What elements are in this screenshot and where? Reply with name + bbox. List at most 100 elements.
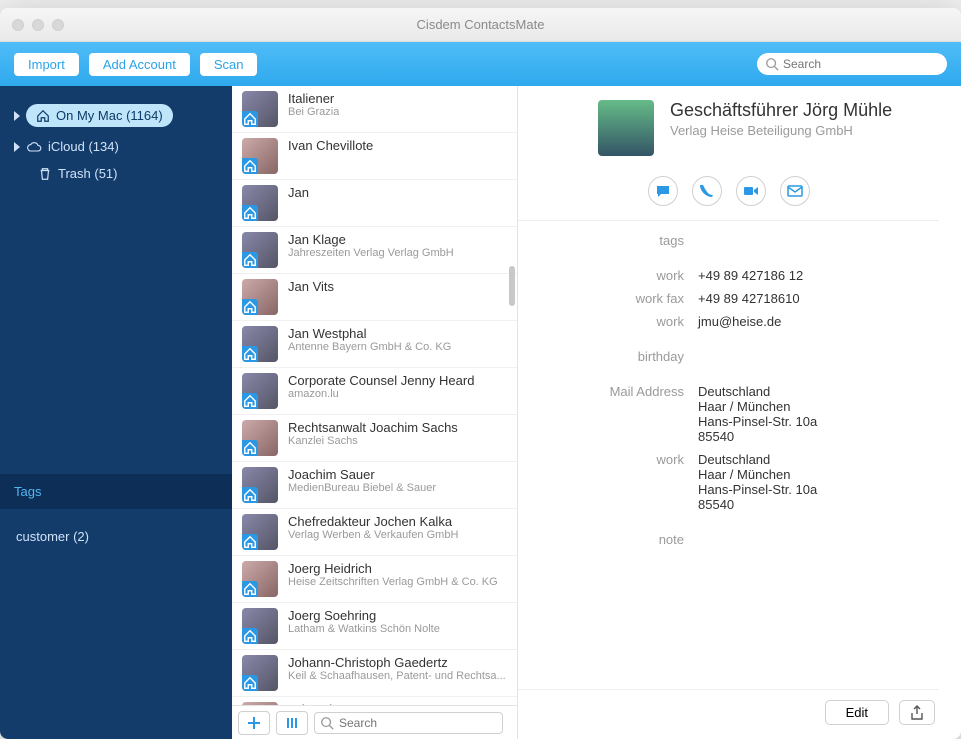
list-item[interactable]: Jan KlageJahreszeiten Verlag Verlag GmbH bbox=[232, 227, 517, 274]
contact-photo[interactable] bbox=[598, 100, 654, 156]
home-badge-icon bbox=[243, 253, 257, 267]
detail-field-row: note bbox=[518, 528, 939, 551]
avatar bbox=[242, 467, 278, 503]
detail-header: Geschäftsführer Jörg Mühle Verlag Heise … bbox=[518, 100, 939, 166]
field-value bbox=[698, 349, 939, 364]
sidebar-item-on-my-mac[interactable]: On My Mac (1164) bbox=[10, 98, 222, 133]
edit-button[interactable]: Edit bbox=[825, 700, 889, 725]
avatar bbox=[242, 326, 278, 362]
detail-field-row: workjmu@heise.de bbox=[518, 310, 939, 333]
toolbar-search-input[interactable] bbox=[757, 53, 947, 75]
field-label: work fax bbox=[518, 291, 698, 306]
titlebar: Cisdem ContactsMate bbox=[0, 8, 961, 42]
field-value: jmu@heise.de bbox=[698, 314, 939, 329]
field-label: work bbox=[518, 452, 698, 512]
detail-field-row: Mail AddressDeutschland Haar / München H… bbox=[518, 380, 939, 448]
mail-icon bbox=[787, 183, 803, 199]
avatar bbox=[242, 420, 278, 456]
scrollbar-thumb[interactable] bbox=[509, 266, 515, 306]
field-label: tags bbox=[518, 233, 698, 248]
avatar bbox=[242, 91, 278, 127]
list-item[interactable]: Chefredakteur Jochen KalkaVerlag Werben … bbox=[232, 509, 517, 556]
list-item[interactable]: Ivan Chevillote bbox=[232, 133, 517, 180]
home-badge-icon bbox=[243, 629, 257, 643]
list-item[interactable]: Johann-Christoph GaedertzKeil & Schaafha… bbox=[232, 650, 517, 697]
home-icon bbox=[36, 109, 50, 123]
close-window-button[interactable] bbox=[12, 19, 24, 31]
field-value: +49 89 427186 12 bbox=[698, 268, 939, 283]
import-button[interactable]: Import bbox=[14, 53, 79, 76]
detail-field-row: birthday bbox=[518, 345, 939, 368]
avatar bbox=[242, 608, 278, 644]
list-item-subtitle: Keil & Schaafhausen, Patent- und Rechtsa… bbox=[288, 670, 506, 682]
columns-icon bbox=[284, 716, 300, 730]
app-window: Cisdem ContactsMate Import Add Account S… bbox=[0, 8, 961, 739]
tag-label: customer (2) bbox=[16, 529, 89, 544]
detail-field-row: tags bbox=[518, 229, 939, 252]
list-item[interactable]: Jan bbox=[232, 180, 517, 227]
home-badge-icon bbox=[243, 676, 257, 690]
avatar bbox=[242, 514, 278, 550]
contact-list-scroll[interactable]: ItalienerBei Grazia Ivan Chevillote Jan Jan… bbox=[232, 86, 517, 705]
list-item-name: Johann-Christoph Gaedertz bbox=[288, 655, 506, 670]
avatar bbox=[242, 373, 278, 409]
add-account-button[interactable]: Add Account bbox=[89, 53, 190, 76]
share-button[interactable] bbox=[899, 700, 935, 725]
list-item-subtitle: Heise Zeitschriften Verlag GmbH & Co. KG bbox=[288, 576, 498, 588]
list-item[interactable]: Joachim SauerMedienBureau Biebel & Sauer bbox=[232, 462, 517, 509]
list-item[interactable]: Joerg HeidrichHeise Zeitschriften Verlag… bbox=[232, 556, 517, 603]
list-item-name: Jan Vits bbox=[288, 279, 334, 294]
home-badge-icon bbox=[243, 441, 257, 455]
home-badge-icon bbox=[243, 159, 257, 173]
field-value: Deutschland Haar / München Hans-Pinsel-S… bbox=[698, 384, 939, 444]
avatar bbox=[242, 655, 278, 691]
search-icon bbox=[320, 716, 334, 730]
scan-button[interactable]: Scan bbox=[200, 53, 258, 76]
list-item[interactable]: John Chen bbox=[232, 697, 517, 705]
list-item-name: Jan bbox=[288, 185, 309, 200]
disclosure-triangle-icon bbox=[14, 142, 20, 152]
message-button[interactable] bbox=[648, 176, 678, 206]
list-item-name: Rechtsanwalt Joachim Sachs bbox=[288, 420, 458, 435]
list-item[interactable]: Corporate Counsel Jenny Heardamazon.lu bbox=[232, 368, 517, 415]
sidebar-item-icloud[interactable]: iCloud (134) bbox=[10, 133, 222, 160]
disclosure-triangle-icon bbox=[14, 111, 20, 121]
list-item[interactable]: Jan Vits bbox=[232, 274, 517, 321]
field-label: work bbox=[518, 314, 698, 329]
detail-field-row: workDeutschland Haar / München Hans-Pins… bbox=[518, 448, 939, 516]
sidebar-trash-label: Trash (51) bbox=[58, 166, 117, 181]
list-item-name: Joachim Sauer bbox=[288, 467, 436, 482]
window-title: Cisdem ContactsMate bbox=[417, 17, 545, 32]
sidebar-tags-section: Tags customer (2) bbox=[0, 474, 232, 739]
tag-item-customer[interactable]: customer (2) bbox=[14, 523, 218, 550]
search-icon bbox=[765, 57, 779, 71]
sidebar-icloud-label: iCloud (134) bbox=[48, 139, 119, 154]
home-badge-icon bbox=[243, 112, 257, 126]
sidebar: On My Mac (1164) iCloud (134) Trash (51)… bbox=[0, 86, 232, 739]
email-button[interactable] bbox=[780, 176, 810, 206]
field-value bbox=[698, 233, 939, 248]
call-button[interactable] bbox=[692, 176, 722, 206]
list-item[interactable]: Joerg SoehringLatham & Watkins Schön Nol… bbox=[232, 603, 517, 650]
tags-header: Tags bbox=[0, 474, 232, 509]
list-item-subtitle: Antenne Bayern GmbH & Co. KG bbox=[288, 341, 451, 353]
contact-list-search-input[interactable] bbox=[314, 712, 503, 734]
list-item-subtitle: Jahreszeiten Verlag Verlag GmbH bbox=[288, 247, 454, 259]
list-item[interactable]: Rechtsanwalt Joachim SachsKanzlei Sachs bbox=[232, 415, 517, 462]
minimize-window-button[interactable] bbox=[32, 19, 44, 31]
field-label: birthday bbox=[518, 349, 698, 364]
home-badge-icon bbox=[243, 347, 257, 361]
list-item[interactable]: Jan WestphalAntenne Bayern GmbH & Co. KG bbox=[232, 321, 517, 368]
list-item-subtitle: MedienBureau Biebel & Sauer bbox=[288, 482, 436, 494]
list-item[interactable]: ItalienerBei Grazia bbox=[232, 86, 517, 133]
video-button[interactable] bbox=[736, 176, 766, 206]
list-item-name: Chefredakteur Jochen Kalka bbox=[288, 514, 458, 529]
sidebar-on-my-mac-label: On My Mac (1164) bbox=[56, 108, 163, 123]
sidebar-item-trash[interactable]: Trash (51) bbox=[10, 160, 222, 187]
field-value: Deutschland Haar / München Hans-Pinsel-S… bbox=[698, 452, 939, 512]
list-item-name: Ivan Chevillote bbox=[288, 138, 373, 153]
zoom-window-button[interactable] bbox=[52, 19, 64, 31]
plus-icon bbox=[247, 716, 261, 730]
detail-field-row: work+49 89 427186 12 bbox=[518, 264, 939, 287]
list-item-subtitle: amazon.lu bbox=[288, 388, 474, 400]
